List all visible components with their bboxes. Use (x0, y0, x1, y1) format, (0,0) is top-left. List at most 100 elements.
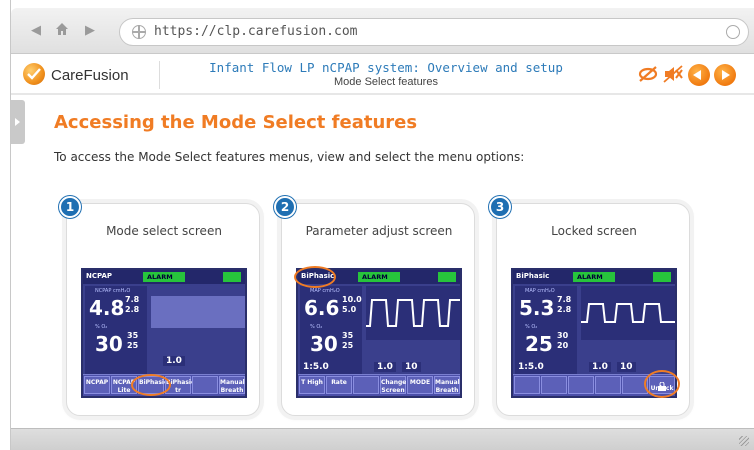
o2-high: 35 (342, 331, 354, 340)
o2-low: 25 (127, 341, 139, 350)
resize-grip-icon[interactable] (739, 436, 749, 446)
pressure-high: 10.0 (342, 295, 362, 304)
globe-icon (132, 25, 146, 39)
step-number-badge: 3 (489, 196, 511, 218)
pressure-high: 7.8 (557, 295, 572, 304)
pressure-value: 5.3 (519, 296, 555, 320)
pressure-label: NCPAP cmH₂O (95, 288, 131, 294)
battery-icon (438, 272, 456, 282)
o2-value: 30 (310, 332, 338, 356)
t-high-value: 1.0 (374, 362, 396, 372)
status-bar (11, 428, 754, 450)
device-readings: NCPAP cmH₂O 4.8 7.8 2.8 % O₂ 30 35 25 (85, 286, 147, 374)
battery-icon (653, 272, 671, 282)
step-number-badge: 2 (274, 196, 296, 218)
pressure-label: MAP cmH₂O (525, 288, 555, 294)
alarm-indicator: ALARM (358, 272, 400, 282)
device-readings: MAP cmH₂O 6.6 10.0 5.0 % O₂ 30 35 25 (300, 286, 362, 374)
pressure-low: 5.0 (342, 305, 357, 314)
address-bar[interactable]: https://clp.carefusion.com (119, 18, 749, 46)
pressure-low: 2.8 (125, 305, 140, 314)
mute-icon[interactable] (663, 65, 683, 87)
menu-button-mode[interactable]: MODE (407, 376, 433, 394)
o2-high: 35 (127, 331, 139, 340)
battery-icon (223, 272, 241, 282)
app-header: CareFusion Infant Flow LP nCPAP system: … (11, 55, 754, 95)
device-screen: BiPhasic ALARM MAP cmH₂O 6.6 10.0 5.0 % … (294, 266, 462, 398)
home-icon[interactable] (53, 22, 71, 40)
menu-button-empty (568, 376, 594, 394)
o2-label: % O₂ (525, 324, 538, 330)
o2-high: 30 (557, 331, 569, 340)
o2-low: 20 (557, 341, 569, 350)
alarm-indicator: ALARM (573, 272, 615, 282)
o2-label: % O₂ (95, 324, 108, 330)
course-subtitle: Mode Select features (334, 76, 438, 88)
step-title: Locked screen (551, 224, 637, 238)
device-screen: BiPhasic ALARM MAP cmH₂O 5.3 7.8 2.8 % O… (511, 268, 680, 398)
highlight-circle (294, 266, 336, 288)
waveform-area (151, 296, 245, 328)
menu-button-manual-breath[interactable]: Manual Breath (219, 376, 245, 394)
pressure-value: 6.6 (304, 296, 340, 320)
device-status-bar: BiPhasic ALARM (513, 270, 675, 284)
waveform-area (581, 286, 675, 340)
page-title: Accessing the Mode Select features (54, 112, 418, 133)
prev-button[interactable] (688, 64, 710, 86)
menu-button-empty[interactable] (192, 376, 218, 394)
ie-ratio-value: 1:5.0 (300, 362, 332, 372)
step-title: Parameter adjust screen (305, 224, 453, 238)
step-title: Mode select screen (106, 224, 222, 238)
menu-button-empty (514, 376, 540, 394)
pressure-high: 7.8 (125, 295, 140, 304)
menu-button-manual-breath[interactable]: Manual Breath (434, 376, 460, 394)
o2-value: 30 (95, 332, 123, 356)
ie-ratio-value: 1:5.0 (515, 362, 547, 372)
t-high-value: 1.0 (589, 362, 611, 372)
menu-button-empty (541, 376, 567, 394)
device-menu-bar: T High Rate Change Screen MODE Manual Br… (298, 374, 460, 396)
device-screen: NCPAP ALARM NCPAP cmH₂O 4.8 7.8 2.8 % O₂… (81, 268, 247, 398)
waveform-area (366, 286, 460, 340)
device-status-bar: NCPAP ALARM (83, 270, 245, 284)
instruction-text: To access the Mode Select features menus… (54, 150, 525, 164)
o2-label: % O₂ (310, 324, 323, 330)
reload-icon[interactable] (726, 25, 740, 39)
menu-button-change-screen[interactable]: Change Screen (380, 376, 406, 394)
pressure-label: MAP cmH₂O (310, 288, 340, 294)
url-text[interactable]: https://clp.carefusion.com (154, 24, 358, 39)
menu-button-ncpap[interactable]: NCPAP (84, 376, 110, 394)
captions-off-icon[interactable] (637, 65, 659, 87)
device-mode: BiPhasic (516, 272, 550, 280)
browser-window: ◀ ▶ https://clp.carefusion.com CareFusio… (10, 0, 754, 450)
brand-name: CareFusion (51, 67, 129, 84)
highlight-circle (131, 374, 171, 396)
menu-button-empty[interactable] (353, 376, 379, 394)
step-card-mode-select: 1 Mode select screen NCPAP ALARM NCPAP c… (59, 196, 260, 416)
step-card-parameter-adjust: 2 Parameter adjust screen BiPhasic ALARM… (274, 196, 475, 416)
menu-button-rate[interactable]: Rate (326, 376, 352, 394)
device-readings: MAP cmH₂O 5.3 7.8 2.8 % O₂ 25 30 20 (515, 286, 577, 374)
pressure-low: 2.8 (557, 305, 572, 314)
o2-low: 25 (342, 341, 354, 350)
menu-button-t-high[interactable]: T High (299, 376, 325, 394)
forward-arrow-icon[interactable]: ▶ (81, 22, 99, 40)
browser-toolbar: ◀ ▶ https://clp.carefusion.com (11, 8, 754, 54)
back-arrow-icon[interactable]: ◀ (27, 22, 45, 40)
rate-value: 10 (617, 362, 636, 372)
menu-button-empty (595, 376, 621, 394)
next-button[interactable] (714, 64, 736, 86)
device-mode: NCPAP (86, 272, 113, 280)
carefusion-logo-icon (23, 63, 45, 85)
step-number-badge: 1 (59, 196, 81, 218)
t-high-value: 1.0 (163, 356, 185, 366)
pressure-value: 4.8 (89, 296, 125, 320)
course-title: Infant Flow LP nCPAP system: Overview an… (209, 60, 563, 75)
o2-value: 25 (525, 332, 553, 356)
alarm-indicator: ALARM (143, 272, 185, 282)
rate-value: 10 (402, 362, 421, 372)
step-card-locked: 3 Locked screen BiPhasic ALARM MAP cmH₂O… (489, 196, 690, 416)
side-menu-toggle[interactable] (11, 100, 25, 144)
highlight-circle (644, 370, 680, 398)
header-divider (159, 61, 160, 89)
